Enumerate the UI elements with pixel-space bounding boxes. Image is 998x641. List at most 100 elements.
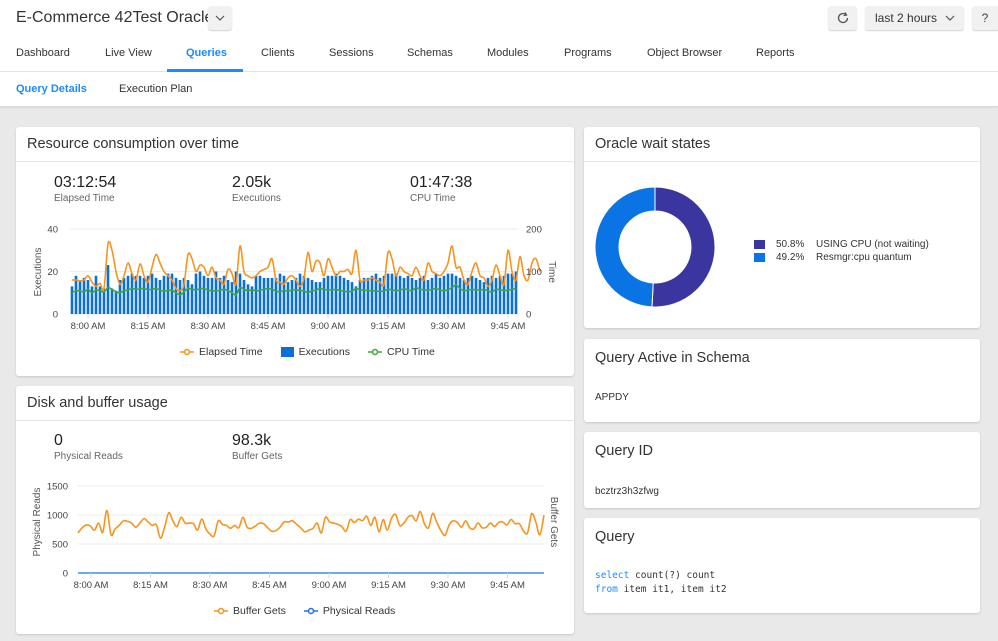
- wait-states-legend: 50.8% USING CPU (not waiting) 49.2% Resm…: [754, 238, 929, 264]
- executions-bar: [258, 275, 262, 315]
- tab-programs[interactable]: Programs: [564, 47, 612, 59]
- stat-buffer-gets: 98.3k Buffer Gets: [232, 432, 282, 462]
- x-tick-label: 9:15 AM: [371, 580, 406, 591]
- legend-executions[interactable]: Executions: [280, 346, 350, 358]
- executions-bar: [174, 277, 178, 314]
- legend-label: Buffer Gets: [233, 605, 286, 617]
- card-title: Query ID: [595, 443, 654, 459]
- executions-bar: [322, 277, 326, 314]
- legend-label: Elapsed Time: [199, 346, 263, 358]
- stat-elapsed-time: 03:12:54 Elapsed Time: [54, 174, 116, 204]
- refresh-button[interactable]: [828, 6, 857, 30]
- sql-rest: item it1, item it2: [617, 584, 727, 595]
- help-button[interactable]: ?: [972, 6, 998, 30]
- x-tick-label: 9:00 AM: [311, 321, 346, 332]
- wait-states-card: Oracle wait states 50.8% USING CPU (not …: [584, 127, 980, 328]
- refresh-icon: [837, 12, 848, 24]
- x-tick-label: 8:45 AM: [251, 321, 286, 332]
- tab-modules[interactable]: Modules: [487, 47, 529, 59]
- chevron-down-icon: [945, 15, 955, 21]
- bar-swatch-icon: [280, 347, 294, 357]
- executions-bar: [450, 273, 454, 314]
- executions-bar: [398, 275, 402, 315]
- sub-nav: Query Details Execution Plan: [0, 72, 998, 107]
- executions-bar: [442, 275, 446, 315]
- tab-reports[interactable]: Reports: [756, 47, 795, 59]
- executions-bar: [358, 280, 362, 314]
- legend-buffer-gets[interactable]: Buffer Gets: [214, 605, 286, 617]
- stat-label: Physical Reads: [54, 451, 123, 462]
- executions-bar: [202, 275, 206, 315]
- executions-bar: [262, 277, 266, 314]
- stat-value: 01:47:38: [410, 174, 473, 191]
- time-range-select[interactable]: last 2 hours: [865, 6, 964, 30]
- executions-bar: [86, 280, 90, 314]
- legend-cpu-time[interactable]: CPU Time: [368, 346, 435, 358]
- subtab-execution-plan[interactable]: Execution Plan: [119, 83, 192, 95]
- executions-bar: [210, 277, 214, 314]
- legend-physical-reads[interactable]: Physical Reads: [303, 605, 395, 617]
- executions-bar: [298, 273, 302, 314]
- swatch: [754, 253, 765, 262]
- legend-elapsed-time[interactable]: Elapsed Time: [180, 346, 263, 358]
- executions-bar: [134, 275, 138, 315]
- line-marker-icon: [180, 348, 194, 356]
- executions-bar: [430, 277, 434, 314]
- executions-bar: [290, 280, 294, 314]
- x-tick-label: 8:00 AM: [74, 580, 109, 591]
- executions-bar: [422, 275, 426, 315]
- legend-percent: 49.2%: [776, 252, 805, 263]
- app-title: E-Commerce 42Test Oracle: [16, 9, 214, 26]
- resource-chart: 0 20 40 0 100 200 8:00 AM 8:15 AM 8:30 AM 8:45 AM…: [33, 225, 557, 333]
- executions-bar: [318, 282, 322, 314]
- executions-bar: [110, 288, 114, 314]
- executions-bar: [470, 275, 474, 315]
- stat-label: CPU Time: [410, 193, 456, 204]
- tab-dashboard[interactable]: Dashboard: [16, 47, 70, 59]
- legend-resmgr[interactable]: 49.2% Resmgr:cpu quantum: [754, 251, 929, 264]
- executions-bar: [482, 282, 486, 314]
- executions-bar: [122, 277, 126, 314]
- tab-sessions[interactable]: Sessions: [329, 47, 374, 59]
- app-switch-button[interactable]: [208, 6, 232, 30]
- executions-bar: [454, 275, 458, 315]
- executions-bar: [142, 277, 146, 314]
- top-bar: E-Commerce 42Test Oracle last 2 hours ?: [0, 0, 998, 36]
- subtab-query-details[interactable]: Query Details: [16, 83, 87, 95]
- resource-legend: Elapsed Time Executions CPU Time: [180, 346, 435, 358]
- sql-keyword: from: [595, 584, 618, 595]
- tab-object-browser[interactable]: Object Browser: [647, 47, 722, 59]
- executions-bar: [154, 277, 158, 314]
- legend-label: Resmgr:cpu quantum: [816, 252, 912, 263]
- y-tick-label: 40: [47, 225, 58, 236]
- executions-bar: [246, 284, 250, 315]
- executions-bar: [310, 280, 314, 314]
- tab-schemas[interactable]: Schemas: [407, 47, 453, 59]
- y2-tick-label: 200: [526, 225, 542, 236]
- executions-bar: [274, 277, 278, 314]
- donut-slice: [651, 186, 716, 308]
- y-axis-label: Executions: [33, 248, 44, 297]
- chevron-down-icon: [215, 15, 225, 21]
- executions-bar: [226, 280, 230, 314]
- schema-card: Query Active in Schema APPDY: [584, 339, 980, 422]
- executions-bar: [438, 277, 442, 314]
- legend-using-cpu[interactable]: 50.8% USING CPU (not waiting): [754, 238, 929, 251]
- tab-queries[interactable]: Queries: [186, 47, 227, 59]
- executions-bar: [206, 277, 210, 314]
- executions-bar: [366, 277, 370, 314]
- executions-bar: [394, 273, 398, 314]
- tab-live-view[interactable]: Live View: [105, 47, 152, 59]
- stat-cpu-time: 01:47:38 CPU Time: [410, 174, 472, 204]
- legend-label: Executions: [298, 346, 350, 358]
- executions-bar: [334, 273, 338, 314]
- executions-bar: [342, 277, 346, 314]
- card-title: Resource consumption over time: [16, 127, 574, 162]
- executions-bar: [282, 275, 286, 315]
- executions-bar: [314, 282, 318, 314]
- executions-bar: [254, 275, 258, 315]
- stat-value: 03:12:54: [54, 174, 117, 191]
- tab-clients[interactable]: Clients: [261, 47, 295, 59]
- y-axis-label: Physical Reads: [32, 488, 43, 557]
- query-id-card: Query ID bcztrz3h3zfwg: [584, 432, 980, 508]
